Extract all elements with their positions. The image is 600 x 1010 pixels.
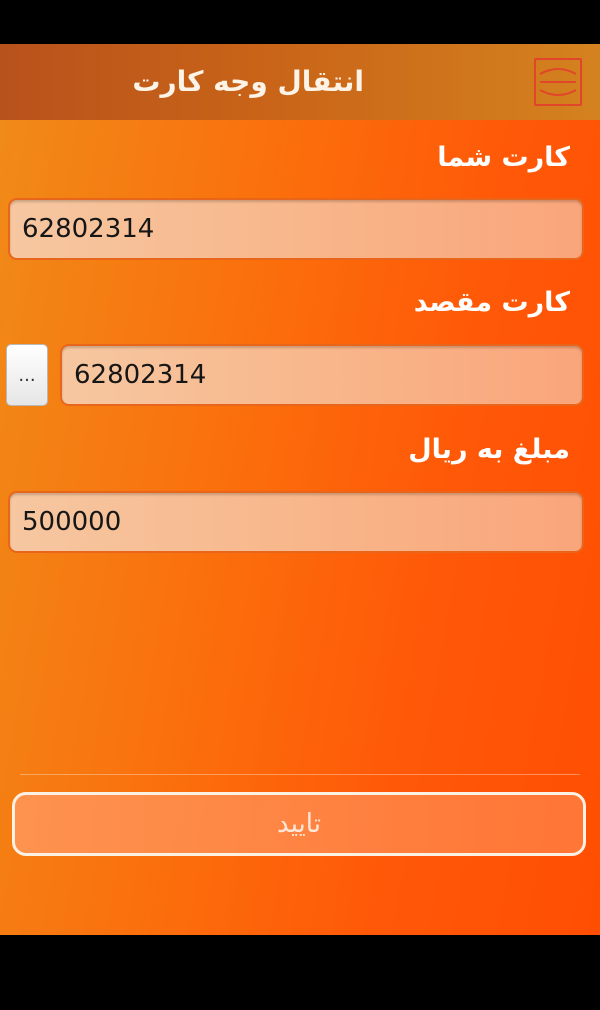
divider [20,774,580,775]
confirm-button[interactable]: تایید [12,792,586,856]
app-screen: انتقال وجه کارت کارت شما کارت مقصد ... م… [0,0,600,1010]
menu-icon [539,68,577,96]
destination-card-input[interactable] [60,344,584,406]
status-bar [0,0,600,44]
transfer-form: کارت شما کارت مقصد ... مبلغ به ریال تایی… [0,120,600,935]
menu-button[interactable] [534,58,582,106]
title-bar: انتقال وجه کارت [0,44,600,120]
amount-label: مبلغ به ریال [408,434,570,465]
card-picker-button[interactable]: ... [6,344,48,406]
source-card-label: کارت شما [437,142,570,173]
navigation-bar [0,935,600,1010]
destination-card-label: کارت مقصد [413,287,570,318]
page-title: انتقال وجه کارت [132,65,364,98]
source-card-input[interactable] [8,198,584,260]
amount-input[interactable] [8,491,584,553]
